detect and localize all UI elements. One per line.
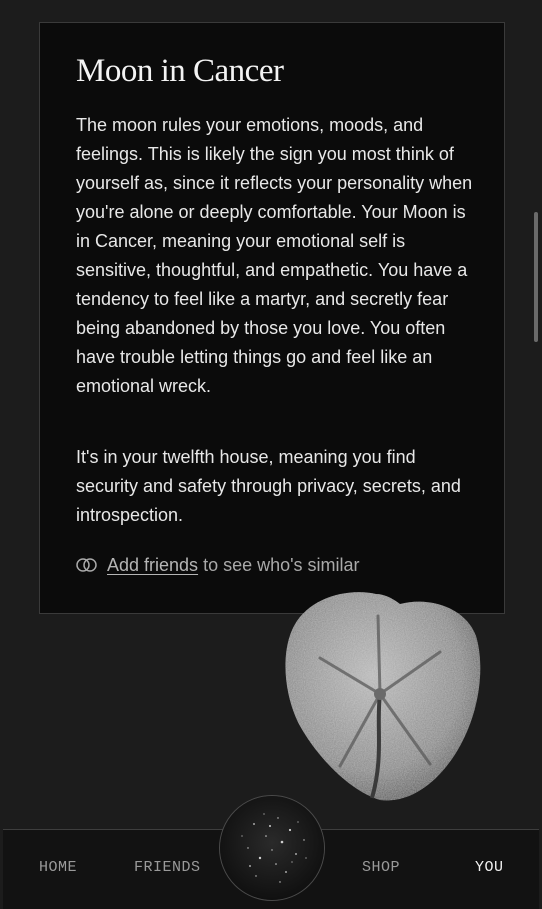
starfield-orb-icon[interactable] [219,795,325,901]
add-friends-caption: to see who's similar [203,554,360,575]
add-friends-row: Add friends to see who's similar [76,553,360,577]
nav-friends[interactable]: FRIENDS [134,859,201,876]
overlapping-circles-icon [76,558,97,572]
card-title: Moon in Cancer [76,53,284,89]
moon-description: The moon rules your emotions, moods, and… [76,115,473,396]
sea-urchin-fossil-image [285,592,481,801]
nav-home[interactable]: HOME [39,859,77,876]
moon-sign-card: Moon in Cancer The moon rules your emoti… [39,22,505,614]
scrollbar-thumb[interactable] [534,212,538,342]
nav-shop[interactable]: SHOP [362,859,400,876]
house-description: It's in your twelfth house, meaning you … [76,447,461,525]
add-friends-link[interactable]: Add friends [107,555,198,576]
nav-you[interactable]: YOU [475,859,504,876]
